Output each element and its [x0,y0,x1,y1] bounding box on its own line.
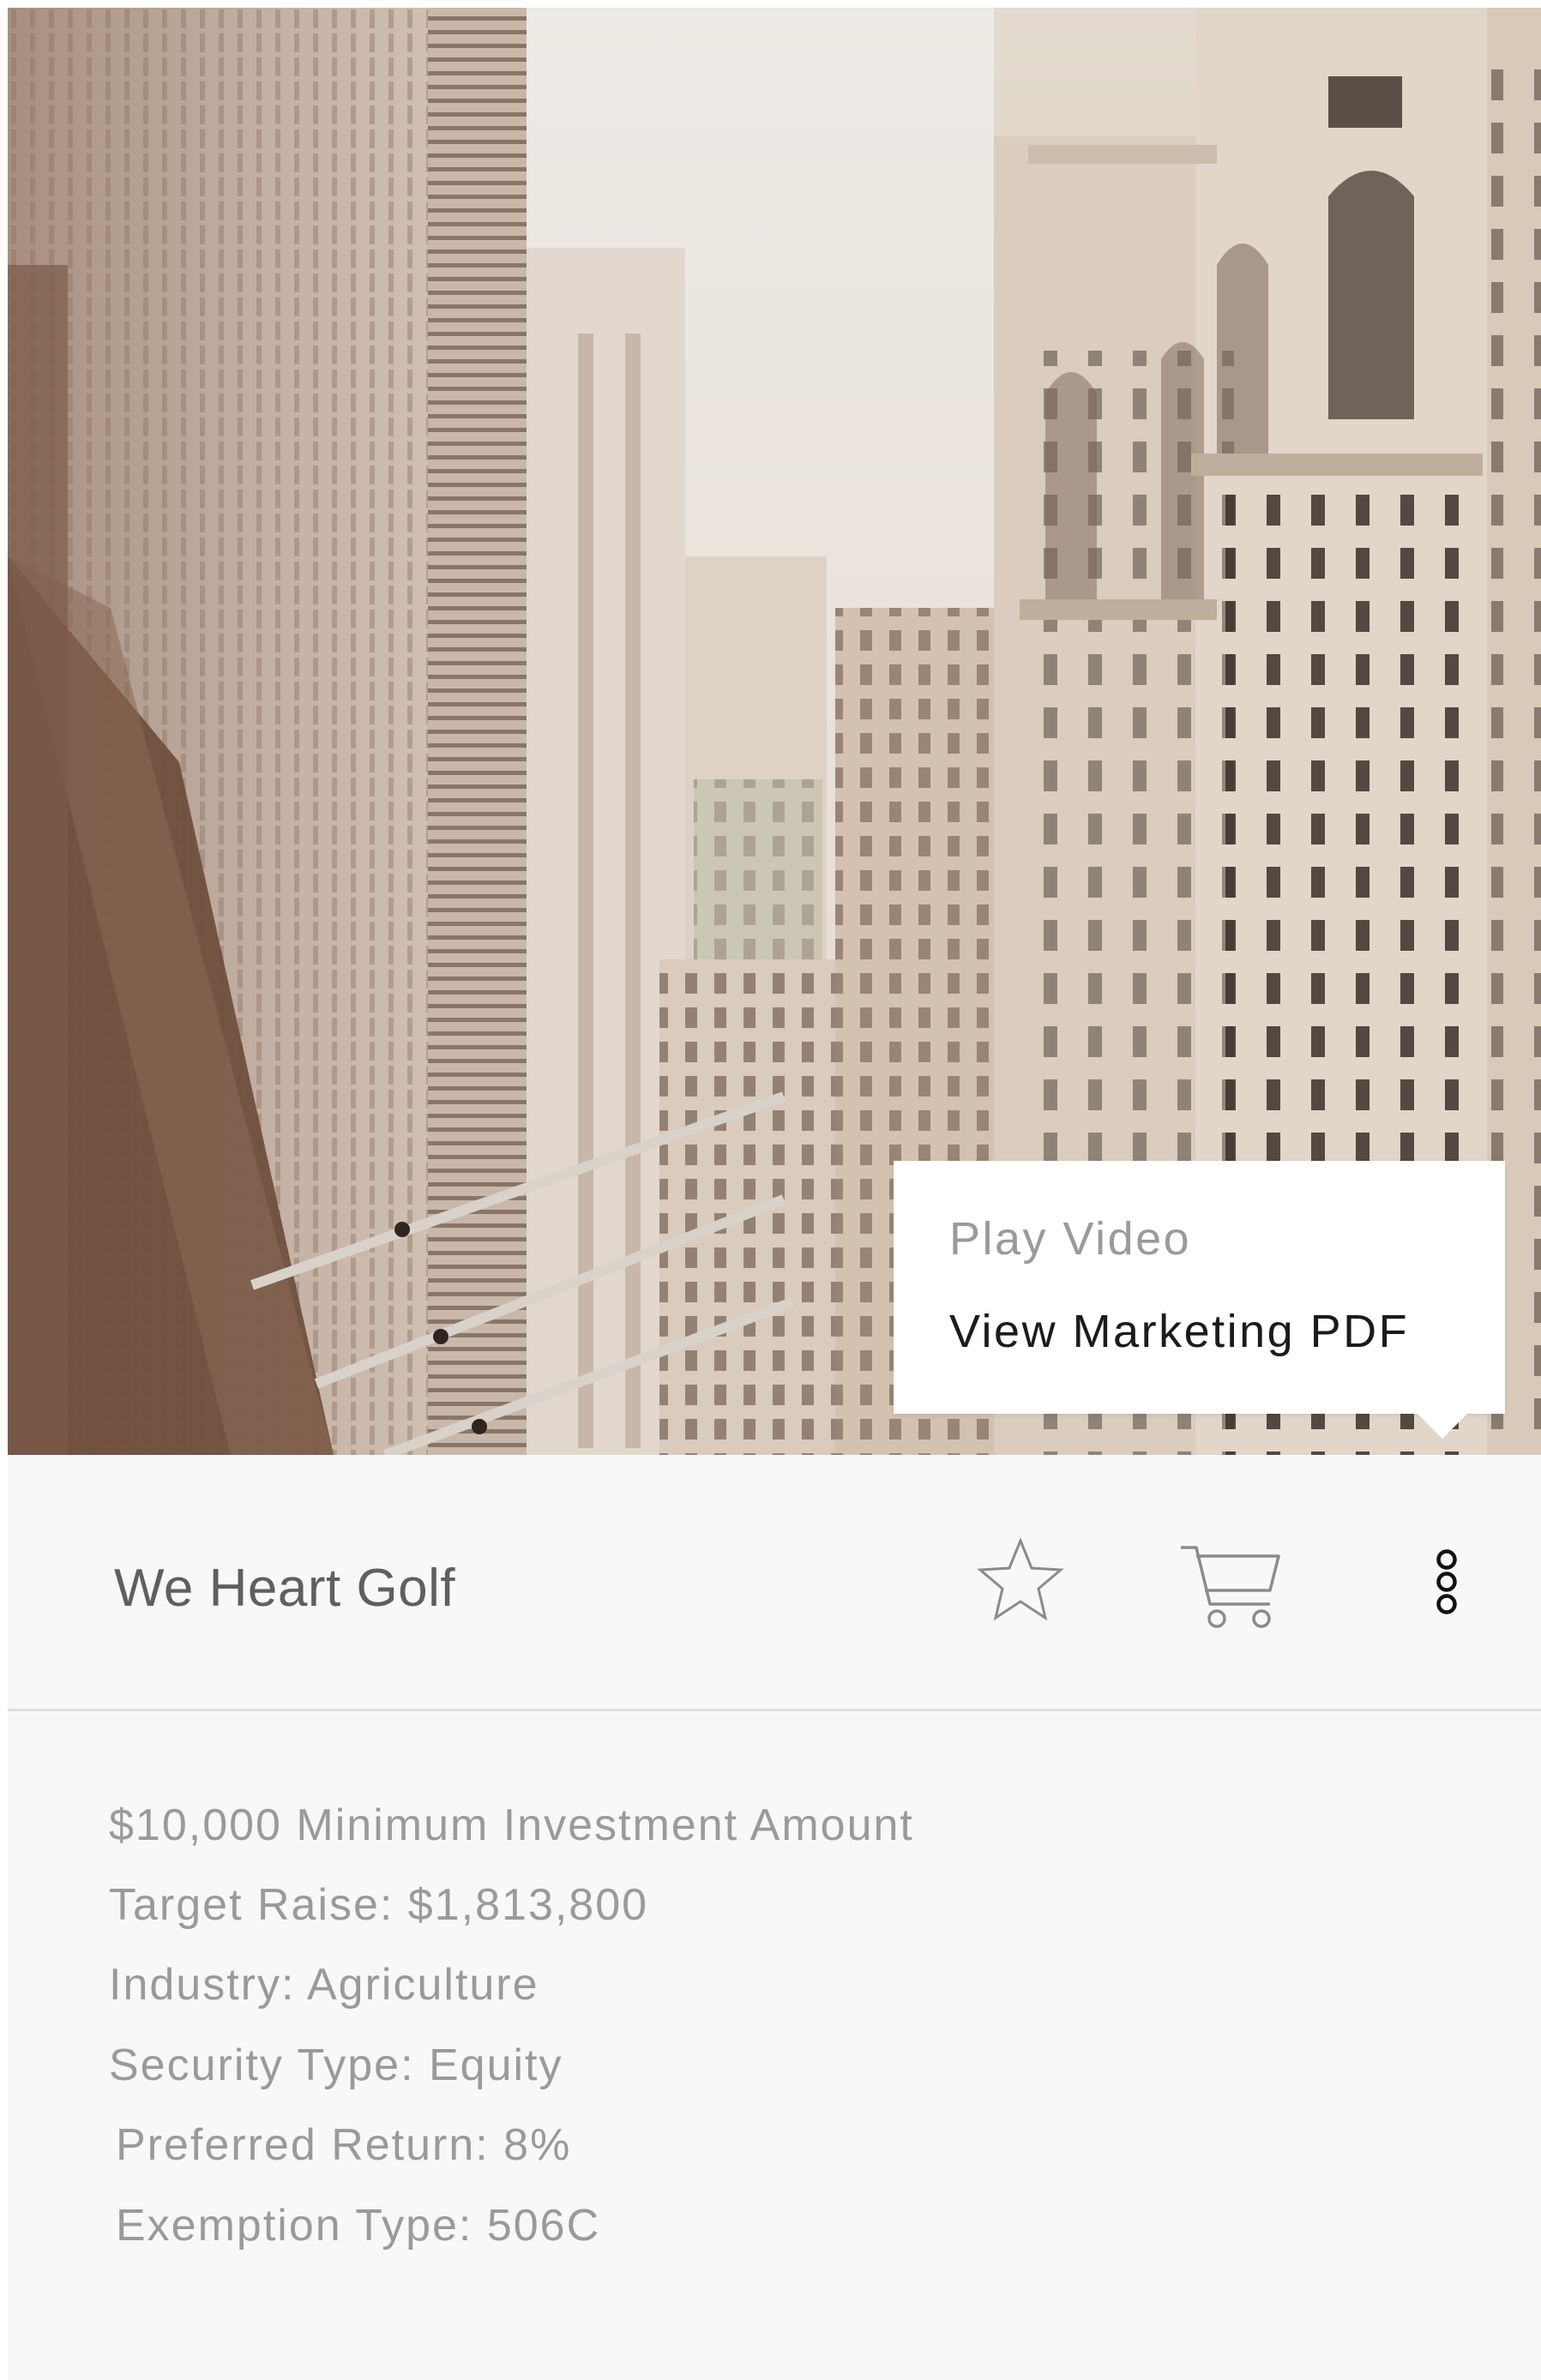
detail-exemption-type: Exemption Type: 506C [116,2201,601,2251]
menu-pointer [1417,1413,1468,1439]
shopping-cart-icon [1181,1546,1280,1628]
menu-item-play-video[interactable]: Play Video [949,1212,1191,1265]
detail-preferred-return: Preferred Return: 8% [116,2120,572,2170]
detail-industry: Industry: Agriculture [109,1960,539,2010]
star-outline-icon [977,1537,1064,1621]
header-divider [8,1709,1541,1711]
offering-title: We Heart Golf [114,1559,456,1618]
more-options-menu: Play Video View Marketing PDF [894,1161,1505,1414]
menu-item-view-marketing-pdf[interactable]: View Marketing PDF [949,1305,1409,1358]
add-to-cart-button[interactable] [1177,1537,1284,1632]
panel-notch [672,1455,878,1558]
more-options-button[interactable] [1424,1542,1469,1637]
favorite-button[interactable] [973,1534,1068,1628]
vertical-dots-icon [1436,1549,1457,1614]
detail-target-raise: Target Raise: $1,813,800 [109,1880,649,1930]
detail-minimum-investment: $10,000 Minimum Investment Amount [109,1800,914,1850]
offering-card: We Heart Golf $10,000 Minimum Investment… [8,8,1541,2380]
detail-security-type: Security Type: Equity [109,2040,563,2090]
